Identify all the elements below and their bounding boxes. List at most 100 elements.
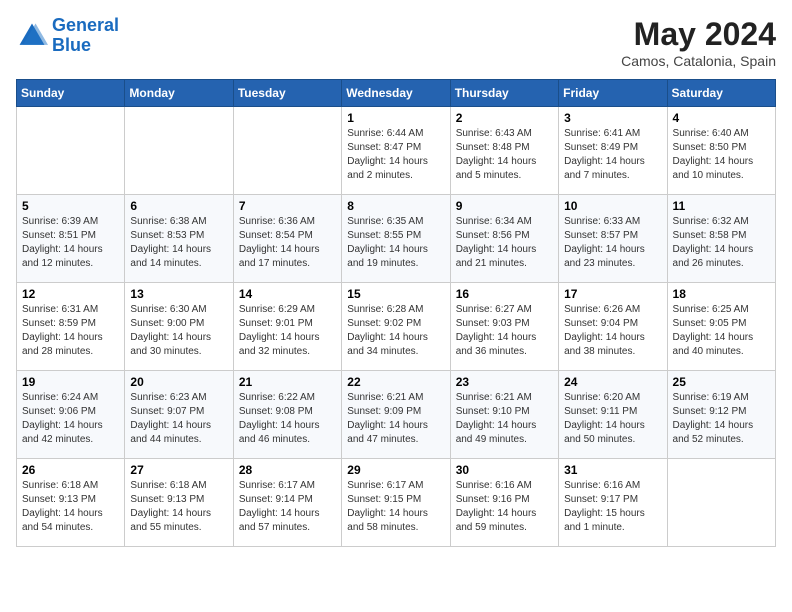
day-info: Sunrise: 6:25 AM Sunset: 9:05 PM Dayligh… [673,303,770,359]
day-number: 17 [564,287,661,301]
calendar-cell: 24 Sunrise: 6:20 AM Sunset: 9:11 PM Dayli… [559,371,667,459]
calendar-cell: 8 Sunrise: 6:35 AM Sunset: 8:55 PM Daylig… [342,195,450,283]
day-info: Sunrise: 6:22 AM Sunset: 9:08 PM Dayligh… [239,391,336,447]
day-number: 13 [130,287,227,301]
calendar-cell: 5 Sunrise: 6:39 AM Sunset: 8:51 PM Daylig… [17,195,125,283]
logo-text: General Blue [52,16,119,56]
day-info: Sunrise: 6:30 AM Sunset: 9:00 PM Dayligh… [130,303,227,359]
weekday-header: Saturday [667,80,775,107]
calendar-cell: 31 Sunrise: 6:16 AM Sunset: 9:17 PM Dayli… [559,459,667,547]
day-number: 10 [564,199,661,213]
day-number: 22 [347,375,444,389]
day-number: 3 [564,111,661,125]
calendar-week-row: 5 Sunrise: 6:39 AM Sunset: 8:51 PM Daylig… [17,195,776,283]
day-info: Sunrise: 6:44 AM Sunset: 8:47 PM Dayligh… [347,127,444,183]
calendar-cell: 22 Sunrise: 6:21 AM Sunset: 9:09 PM Dayli… [342,371,450,459]
calendar-cell: 23Sunrise: 6:21 AM Sunset: 9:10 PM Dayli… [450,371,558,459]
day-info: Sunrise: 6:39 AM Sunset: 8:51 PM Dayligh… [22,215,119,271]
day-info: Sunrise: 6:18 AM Sunset: 9:13 PM Dayligh… [22,479,119,535]
day-number: 21 [239,375,336,389]
calendar-week-row: 12 Sunrise: 6:31 AM Sunset: 8:59 PM Dayli… [17,283,776,371]
calendar-cell: 2 Sunrise: 6:43 AM Sunset: 8:48 PM Daylig… [450,107,558,195]
calendar-cell: 3 Sunrise: 6:41 AM Sunset: 8:49 PM Daylig… [559,107,667,195]
day-number: 25 [673,375,770,389]
calendar-cell: 26 Sunrise: 6:18 AM Sunset: 9:13 PM Dayli… [17,459,125,547]
calendar-cell: 15Sunrise: 6:28 AM Sunset: 9:02 PM Dayli… [342,283,450,371]
weekday-header: Monday [125,80,233,107]
day-info: Sunrise: 6:40 AM Sunset: 8:50 PM Dayligh… [673,127,770,183]
calendar-cell: 25 Sunrise: 6:19 AM Sunset: 9:12 PM Dayli… [667,371,775,459]
day-info: Sunrise: 6:20 AM Sunset: 9:11 PM Dayligh… [564,391,661,447]
day-number: 4 [673,111,770,125]
calendar-cell: 16 Sunrise: 6:27 AM Sunset: 9:03 PM Dayli… [450,283,558,371]
day-info: Sunrise: 6:38 AM Sunset: 8:53 PM Dayligh… [130,215,227,271]
day-info: Sunrise: 6:24 AM Sunset: 9:06 PM Dayligh… [22,391,119,447]
calendar-cell: 20Sunrise: 6:23 AM Sunset: 9:07 PM Dayli… [125,371,233,459]
calendar-week-row: 1 Sunrise: 6:44 AM Sunset: 8:47 PM Daylig… [17,107,776,195]
day-info: Sunrise: 6:21 AM Sunset: 9:09 PM Dayligh… [347,391,444,447]
day-info: Sunrise: 6:27 AM Sunset: 9:03 PM Dayligh… [456,303,553,359]
calendar-cell: 4 Sunrise: 6:40 AM Sunset: 8:50 PM Daylig… [667,107,775,195]
weekday-header-row: SundayMondayTuesdayWednesdayThursdayFrid… [17,80,776,107]
day-info: Sunrise: 6:36 AM Sunset: 8:54 PM Dayligh… [239,215,336,271]
day-number: 29 [347,463,444,477]
day-info: Sunrise: 6:26 AM Sunset: 9:04 PM Dayligh… [564,303,661,359]
calendar-cell [125,107,233,195]
calendar-cell: 9Sunrise: 6:34 AM Sunset: 8:56 PM Daylig… [450,195,558,283]
day-number: 2 [456,111,553,125]
day-info: Sunrise: 6:16 AM Sunset: 9:16 PM Dayligh… [456,479,553,535]
day-info: Sunrise: 6:32 AM Sunset: 8:58 PM Dayligh… [673,215,770,271]
weekday-header: Thursday [450,80,558,107]
day-number: 12 [22,287,119,301]
day-number: 16 [456,287,553,301]
calendar-cell: 12 Sunrise: 6:31 AM Sunset: 8:59 PM Dayli… [17,283,125,371]
calendar-cell [233,107,341,195]
month-title: May 2024 [621,16,776,53]
day-number: 28 [239,463,336,477]
weekday-header: Sunday [17,80,125,107]
logo-line2: Blue [52,35,91,55]
calendar-cell [17,107,125,195]
day-number: 27 [130,463,227,477]
location: Camos, Catalonia, Spain [621,53,776,69]
page-header: General Blue May 2024 Camos, Catalonia, … [16,16,776,69]
day-info: Sunrise: 6:31 AM Sunset: 8:59 PM Dayligh… [22,303,119,359]
day-info: Sunrise: 6:35 AM Sunset: 8:55 PM Dayligh… [347,215,444,271]
day-info: Sunrise: 6:21 AM Sunset: 9:10 PM Dayligh… [456,391,553,447]
calendar-week-row: 26 Sunrise: 6:18 AM Sunset: 9:13 PM Dayli… [17,459,776,547]
day-info: Sunrise: 6:29 AM Sunset: 9:01 PM Dayligh… [239,303,336,359]
day-number: 26 [22,463,119,477]
day-info: Sunrise: 6:43 AM Sunset: 8:48 PM Dayligh… [456,127,553,183]
weekday-header: Wednesday [342,80,450,107]
day-number: 30 [456,463,553,477]
day-number: 14 [239,287,336,301]
day-number: 31 [564,463,661,477]
calendar-cell: 14 Sunrise: 6:29 AM Sunset: 9:01 PM Dayli… [233,283,341,371]
day-info: Sunrise: 6:33 AM Sunset: 8:57 PM Dayligh… [564,215,661,271]
day-number: 1 [347,111,444,125]
calendar-cell: 27 Sunrise: 6:18 AM Sunset: 9:13 PM Dayli… [125,459,233,547]
day-number: 5 [22,199,119,213]
day-info: Sunrise: 6:34 AM Sunset: 8:56 PM Dayligh… [456,215,553,271]
day-info: Sunrise: 6:19 AM Sunset: 9:12 PM Dayligh… [673,391,770,447]
calendar-cell: 6Sunrise: 6:38 AM Sunset: 8:53 PM Daylig… [125,195,233,283]
day-info: Sunrise: 6:18 AM Sunset: 9:13 PM Dayligh… [130,479,227,535]
calendar-week-row: 19 Sunrise: 6:24 AM Sunset: 9:06 PM Dayli… [17,371,776,459]
weekday-header: Tuesday [233,80,341,107]
day-info: Sunrise: 6:28 AM Sunset: 9:02 PM Dayligh… [347,303,444,359]
day-number: 8 [347,199,444,213]
day-number: 18 [673,287,770,301]
day-number: 24 [564,375,661,389]
calendar-cell: 7 Sunrise: 6:36 AM Sunset: 8:54 PM Daylig… [233,195,341,283]
calendar-cell: 19 Sunrise: 6:24 AM Sunset: 9:06 PM Dayli… [17,371,125,459]
day-info: Sunrise: 6:41 AM Sunset: 8:49 PM Dayligh… [564,127,661,183]
day-number: 19 [22,375,119,389]
calendar-cell: 17 Sunrise: 6:26 AM Sunset: 9:04 PM Dayli… [559,283,667,371]
day-info: Sunrise: 6:17 AM Sunset: 9:14 PM Dayligh… [239,479,336,535]
calendar-cell: 1 Sunrise: 6:44 AM Sunset: 8:47 PM Daylig… [342,107,450,195]
weekday-header: Friday [559,80,667,107]
day-info: Sunrise: 6:16 AM Sunset: 9:17 PM Dayligh… [564,479,661,535]
calendar-cell: 11Sunrise: 6:32 AM Sunset: 8:58 PM Dayli… [667,195,775,283]
day-number: 7 [239,199,336,213]
calendar-cell: 13 Sunrise: 6:30 AM Sunset: 9:00 PM Dayli… [125,283,233,371]
